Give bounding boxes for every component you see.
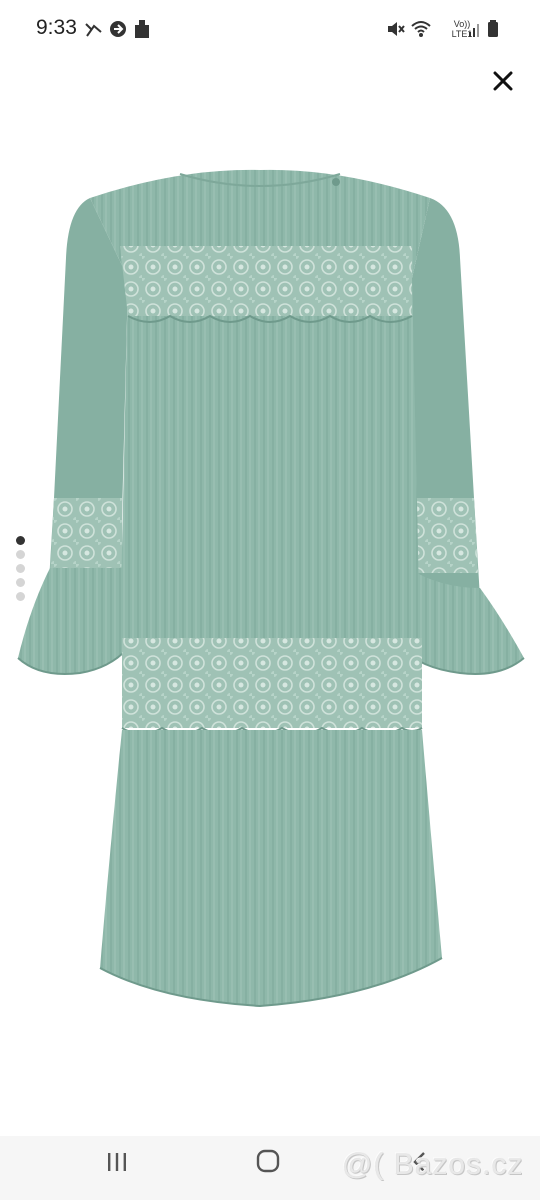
dress-skirt — [99, 730, 443, 1008]
home-icon[interactable] — [255, 1148, 281, 1174]
wifi-icon — [411, 21, 431, 37]
mute-icon — [388, 22, 405, 36]
volte-indicator: Vo)) LTE1 — [450, 19, 474, 39]
status-bar: 9:33 Vo)) LTE1 — [0, 0, 540, 60]
carousel-dots — [16, 536, 28, 606]
product-photo[interactable] — [10, 168, 540, 1018]
battery-icon — [488, 20, 498, 37]
carousel-dot-2[interactable] — [16, 550, 25, 559]
status-right-icons — [386, 18, 506, 40]
recents-icon[interactable] — [105, 1150, 129, 1174]
call-missed-icon — [85, 23, 102, 37]
volte-label: Vo)) — [453, 19, 471, 29]
dress-body — [90, 169, 430, 735]
bazos-watermark: @( Bazos.cz — [342, 1148, 524, 1181]
lte-label: LTE1 — [451, 29, 473, 39]
carousel-dot-3[interactable] — [16, 564, 25, 573]
carousel-dot-5[interactable] — [16, 592, 25, 601]
carousel-dot-4[interactable] — [16, 578, 25, 587]
app-notification-icon — [135, 20, 149, 38]
dress-photo — [17, 169, 525, 1008]
carousel-dot-1[interactable] — [16, 536, 25, 545]
sync-icon — [110, 21, 126, 37]
right-sleeve — [401, 198, 525, 675]
status-time: 9:33 — [36, 16, 77, 39]
left-sleeve — [17, 198, 129, 675]
close-icon[interactable] — [488, 66, 518, 96]
